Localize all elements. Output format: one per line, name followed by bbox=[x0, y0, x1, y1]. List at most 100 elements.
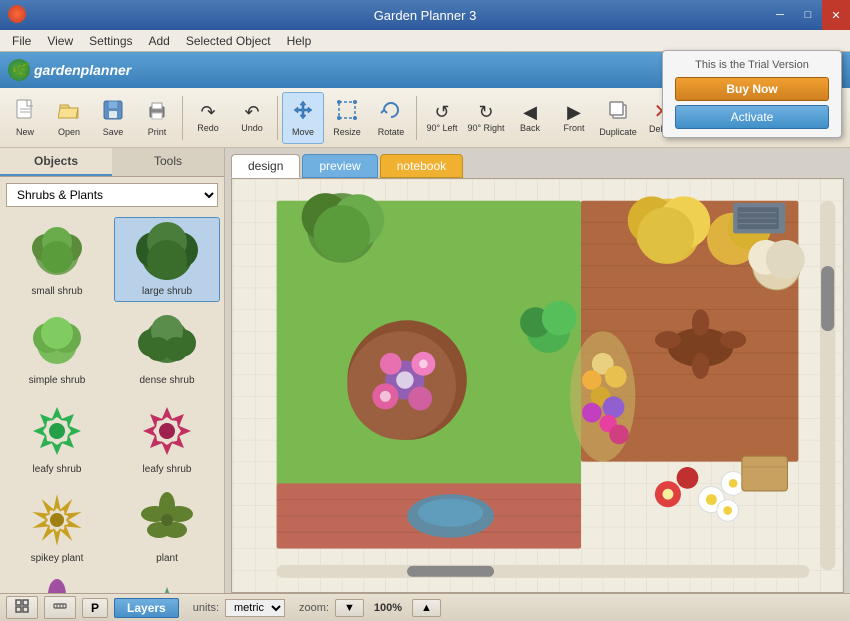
spikey-plant-label: spikey plant bbox=[31, 553, 84, 564]
leafy-shrub-green-icon bbox=[26, 400, 88, 462]
list-item[interactable]: dense shrub bbox=[114, 306, 220, 391]
back-label: Back bbox=[520, 123, 540, 133]
category-select[interactable]: Shrubs & Plants bbox=[6, 183, 218, 207]
trial-text: This is the Trial Version bbox=[675, 59, 829, 71]
list-item[interactable]: plant bbox=[114, 484, 220, 569]
list-item[interactable]: spikey plant bbox=[4, 484, 110, 569]
list-item[interactable]: leafy shrub bbox=[4, 395, 110, 480]
p-button[interactable]: P bbox=[82, 598, 108, 618]
rotate-button[interactable]: Rotate bbox=[370, 92, 412, 144]
open-label: Open bbox=[58, 127, 80, 137]
window-controls: ─ □ ✕ bbox=[766, 0, 850, 30]
tab-design[interactable]: design bbox=[231, 154, 300, 178]
list-item[interactable]: plant bbox=[4, 573, 110, 593]
undo-icon: ↶ bbox=[244, 103, 259, 121]
separator-1 bbox=[182, 96, 183, 140]
tab-preview[interactable]: preview bbox=[302, 154, 377, 178]
minimize-button[interactable]: ─ bbox=[766, 0, 794, 30]
list-item[interactable]: leafy shrub bbox=[114, 395, 220, 480]
move-button[interactable]: Move bbox=[282, 92, 324, 144]
app-title: Garden Planner 3 bbox=[374, 8, 477, 23]
left-panel: Objects Tools Shrubs & Plants bbox=[0, 148, 225, 593]
rotate-right-icon: ↻ bbox=[478, 103, 493, 121]
menu-settings[interactable]: Settings bbox=[81, 32, 140, 50]
list-item[interactable]: simple shrub bbox=[4, 306, 110, 391]
small-shrub-icon bbox=[26, 222, 88, 284]
close-button[interactable]: ✕ bbox=[822, 0, 850, 30]
app-icon bbox=[8, 5, 26, 23]
units-select[interactable]: metric bbox=[225, 599, 285, 617]
menu-view[interactable]: View bbox=[39, 32, 81, 50]
plant-1-label: plant bbox=[156, 553, 178, 564]
objects-grid: small shrub large shrub bbox=[0, 213, 224, 593]
front-label: Front bbox=[563, 123, 584, 133]
plant-3-icon bbox=[136, 578, 198, 593]
zoom-value: 100% bbox=[370, 602, 406, 614]
open-button[interactable]: Open bbox=[48, 92, 90, 144]
undo-button[interactable]: ↶ Undo bbox=[231, 92, 273, 144]
rotate-left-label: 90° Left bbox=[426, 123, 457, 133]
menu-selected-object[interactable]: Selected Object bbox=[178, 32, 279, 50]
duplicate-icon bbox=[607, 99, 629, 125]
front-button[interactable]: ▶ Front bbox=[553, 92, 595, 144]
list-item[interactable]: plant bbox=[114, 573, 220, 593]
menu-add[interactable]: Add bbox=[141, 32, 178, 50]
list-item[interactable]: large shrub bbox=[114, 217, 220, 302]
separator-2 bbox=[277, 96, 278, 140]
small-shrub-label: small shrub bbox=[31, 286, 82, 297]
zoom-down-button[interactable]: ▼ bbox=[335, 599, 364, 617]
spikey-plant-icon bbox=[26, 489, 88, 551]
list-item[interactable]: small shrub bbox=[4, 217, 110, 302]
rotate-label: Rotate bbox=[378, 127, 405, 137]
print-icon bbox=[146, 99, 168, 125]
rotate-right-button[interactable]: ↻ 90° Right bbox=[465, 92, 507, 144]
back-button[interactable]: ◀ Back bbox=[509, 92, 551, 144]
leafy-shrub-red-label: leafy shrub bbox=[143, 464, 192, 475]
resize-icon bbox=[336, 99, 358, 125]
app-logo: 🌿 gardenplanner bbox=[8, 59, 131, 81]
dense-shrub-label: dense shrub bbox=[139, 375, 194, 386]
resize-label: Resize bbox=[333, 127, 361, 137]
canvas-wrapper[interactable] bbox=[231, 178, 844, 593]
print-button[interactable]: Print bbox=[136, 92, 178, 144]
title-bar: Garden Planner 3 ─ □ ✕ bbox=[0, 0, 850, 30]
maximize-button[interactable]: □ bbox=[794, 0, 822, 30]
garden-canvas bbox=[232, 179, 843, 592]
new-button[interactable]: New bbox=[4, 92, 46, 144]
zoom-up-button[interactable]: ▲ bbox=[412, 599, 441, 617]
layers-button[interactable]: Layers bbox=[114, 598, 179, 618]
menu-help[interactable]: Help bbox=[279, 32, 320, 50]
undo-label: Undo bbox=[241, 123, 263, 133]
redo-icon: ↷ bbox=[200, 103, 215, 121]
plant-1-icon bbox=[136, 489, 198, 551]
trial-popup: This is the Trial Version Buy Now Activa… bbox=[662, 50, 842, 138]
tab-notebook[interactable]: notebook bbox=[380, 154, 463, 178]
redo-button[interactable]: ↷ Redo bbox=[187, 92, 229, 144]
status-bar: P Layers units: metric zoom: ▼ 100% ▲ bbox=[0, 593, 850, 621]
back-icon: ◀ bbox=[523, 103, 537, 121]
activate-button[interactable]: Activate bbox=[675, 105, 829, 129]
duplicate-button[interactable]: Duplicate bbox=[597, 92, 639, 144]
menu-bar: File View Settings Add Selected Object H… bbox=[0, 30, 850, 52]
buy-button[interactable]: Buy Now bbox=[675, 77, 829, 101]
menu-file[interactable]: File bbox=[4, 32, 39, 50]
grid-view-button[interactable] bbox=[6, 596, 38, 619]
rotate-left-button[interactable]: ↺ 90° Left bbox=[421, 92, 463, 144]
category-dropdown: Shrubs & Plants bbox=[6, 183, 218, 207]
simple-shrub-label: simple shrub bbox=[29, 375, 86, 386]
tab-objects[interactable]: Objects bbox=[0, 148, 112, 176]
rotate-left-icon: ↺ bbox=[434, 103, 449, 121]
tab-tools[interactable]: Tools bbox=[112, 148, 224, 176]
print-label: Print bbox=[148, 127, 167, 137]
resize-button[interactable]: Resize bbox=[326, 92, 368, 144]
open-icon bbox=[58, 99, 80, 125]
save-icon bbox=[102, 99, 124, 125]
new-icon bbox=[14, 99, 36, 125]
duplicate-label: Duplicate bbox=[599, 127, 637, 137]
measure-button[interactable] bbox=[44, 596, 76, 619]
logo-text: gardenplanner bbox=[34, 62, 131, 78]
separator-3 bbox=[416, 96, 417, 140]
leafy-shrub-green-label: leafy shrub bbox=[33, 464, 82, 475]
save-button[interactable]: Save bbox=[92, 92, 134, 144]
simple-shrub-icon bbox=[26, 311, 88, 373]
